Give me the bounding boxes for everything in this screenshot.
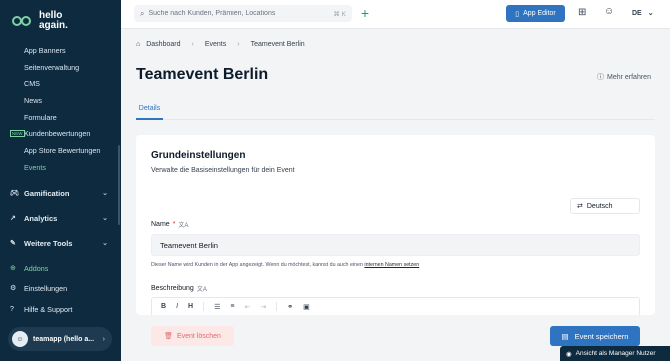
new-badge: NEW (10, 130, 25, 138)
sidebar-item-events[interactable]: Events (0, 159, 121, 176)
tabs: Details (136, 103, 655, 120)
app-editor-button[interactable]: ▯ App Editor (506, 5, 565, 22)
search-shortcut: ⌘ K (333, 10, 346, 18)
numbered-list-icon[interactable]: ≡ (230, 303, 234, 310)
sidebar-group-gamification[interactable]: 🎮︎ Gamification ⌄ (10, 185, 110, 201)
search-icon: ⌕ (140, 8, 145, 18)
manager-view-toggle[interactable]: ◉ Ansicht als Manager Nutzer (560, 346, 670, 361)
logo[interactable]: hello again. (12, 11, 68, 31)
user-name: teamapp (hello a... (33, 335, 95, 343)
trash-icon: 🗑︎ (164, 333, 173, 340)
description-label: Beschreibung 文A (151, 285, 207, 293)
bold-icon[interactable]: B (161, 303, 166, 310)
sidebar-item-cms[interactable]: CMS (0, 75, 121, 92)
heading-icon[interactable]: H (188, 303, 193, 310)
language-switcher[interactable]: DE ⌄ (632, 9, 654, 17)
name-field[interactable]: Teamevent Berlin (151, 234, 640, 256)
italic-icon[interactable]: I (176, 303, 178, 310)
sidebar-item-formulare[interactable]: Formulare (0, 109, 121, 126)
sidebar-item-app-store-bewertungen[interactable]: App Store Bewertungen (0, 142, 121, 159)
avatar: ☺ (12, 331, 28, 347)
content-language-select[interactable]: ⇄ Deutsch (570, 198, 640, 214)
sidebar-item-hilfe-support[interactable]: ? Hilfe & Support (10, 302, 110, 316)
toolbar-divider (276, 302, 278, 311)
tab-details[interactable]: Details (136, 103, 163, 120)
outdent-icon[interactable]: ⇤ (244, 303, 250, 311)
breadcrumb: ⌂ Dashboard › Events › Teamevent Berlin (136, 41, 305, 48)
chevron-right-icon: › (191, 41, 194, 48)
required-marker: * (172, 221, 176, 228)
page-title: Teamevent Berlin (136, 66, 269, 83)
sidebar-group-analytics[interactable]: ↗ Analytics ⌄ (10, 210, 110, 226)
name-label: Name * 文A (151, 221, 189, 229)
chart-icon: ↗ (10, 215, 16, 222)
plus-icon: + (360, 5, 370, 21)
topbar: ⌕ ⌘ K + ▯ App Editor ⊞ ☺ DE ⌄ (121, 0, 670, 29)
breadcrumb-dashboard[interactable]: Dashboard (146, 41, 180, 48)
phone-icon: ▯ (515, 10, 520, 18)
name-hint: Dieser Name wird Kunden in der App angez… (151, 262, 420, 268)
indent-icon[interactable]: ⇥ (260, 303, 266, 311)
settings-card: Grundeinstellungen Verwalte die Basisein… (136, 135, 655, 315)
addons-icon: ⊕ (10, 265, 16, 272)
wrench-icon: ✎ (10, 240, 16, 247)
chevron-down-icon: ⌄ (102, 215, 108, 222)
sidebar-group-weitere-tools[interactable]: ✎ Weitere Tools ⌄ (10, 235, 110, 251)
user-switcher[interactable]: ☺ teamapp (hello a... › (8, 327, 112, 351)
more-info-link[interactable]: ⓘ Mehr erfahren (597, 72, 651, 82)
sidebar-sub-list: App Banners Seitenverwaltung CMS News Fo… (0, 42, 121, 176)
chevron-down-icon: ⌄ (102, 190, 108, 197)
chevron-right-icon: › (237, 41, 240, 48)
save-icon: ▤ (561, 331, 569, 341)
chevron-down-icon: ⌄ (647, 10, 654, 17)
internal-name-link[interactable]: internen Namen setzen (364, 262, 419, 268)
sidebar-scrollbar[interactable] (118, 145, 120, 225)
editor-toolbar: B I H ☰ ≡ ⇤ ⇥ ⚭ ▣ (151, 297, 640, 315)
info-icon: ⓘ (597, 74, 604, 81)
chevron-right-icon: › (102, 335, 105, 343)
delete-event-button[interactable]: 🗑︎ Event löschen (151, 326, 234, 346)
bullet-list-icon[interactable]: ☰ (214, 303, 220, 311)
user-icon[interactable]: ☺ (604, 6, 614, 17)
help-icon: ? (10, 305, 14, 313)
translate-icon: 文A (196, 287, 207, 293)
card-title: Grundeinstellungen (151, 150, 246, 161)
sidebar-item-seitenverwaltung[interactable]: Seitenverwaltung (0, 59, 121, 76)
gamepad-icon: 🎮︎ (10, 190, 19, 197)
translate-icon: 文A (178, 223, 189, 229)
apps-grid-icon[interactable]: ⊞ (578, 7, 586, 18)
image-icon[interactable]: ▣ (303, 303, 310, 311)
search-box[interactable]: ⌕ ⌘ K (134, 5, 352, 22)
home-icon[interactable]: ⌂ (136, 41, 140, 48)
toolbar-divider (203, 302, 205, 311)
breadcrumb-current: Teamevent Berlin (250, 41, 305, 48)
logo-text-line2: again. (39, 20, 68, 31)
save-event-button[interactable]: ▤ Event speichern (550, 326, 640, 346)
card-subtitle: Verwalte die Basiseinstellungen für dein… (151, 167, 295, 174)
sidebar-item-addons[interactable]: ⊕ Addons (10, 261, 110, 275)
sidebar-item-app-banners[interactable]: App Banners (0, 42, 121, 59)
sidebar-item-kundenbewertungen[interactable]: NEW Kundenbewertungen (0, 125, 121, 142)
gear-icon: ⚙ (10, 285, 17, 292)
sidebar-item-einstellungen[interactable]: ⚙ Einstellungen (10, 281, 110, 295)
chevron-down-icon: ⌄ (102, 240, 108, 247)
sidebar: hello again. App Banners Seitenverwaltun… (0, 0, 121, 361)
link-icon[interactable]: ⚭ (287, 303, 293, 311)
sidebar-item-news[interactable]: News (0, 92, 121, 109)
breadcrumb-events[interactable]: Events (205, 41, 226, 48)
add-button[interactable]: + (357, 5, 373, 21)
logo-icon (12, 12, 34, 30)
eye-icon: ◉ (566, 350, 572, 358)
translate-icon: ⇄ (577, 203, 583, 210)
search-input[interactable] (148, 10, 319, 17)
